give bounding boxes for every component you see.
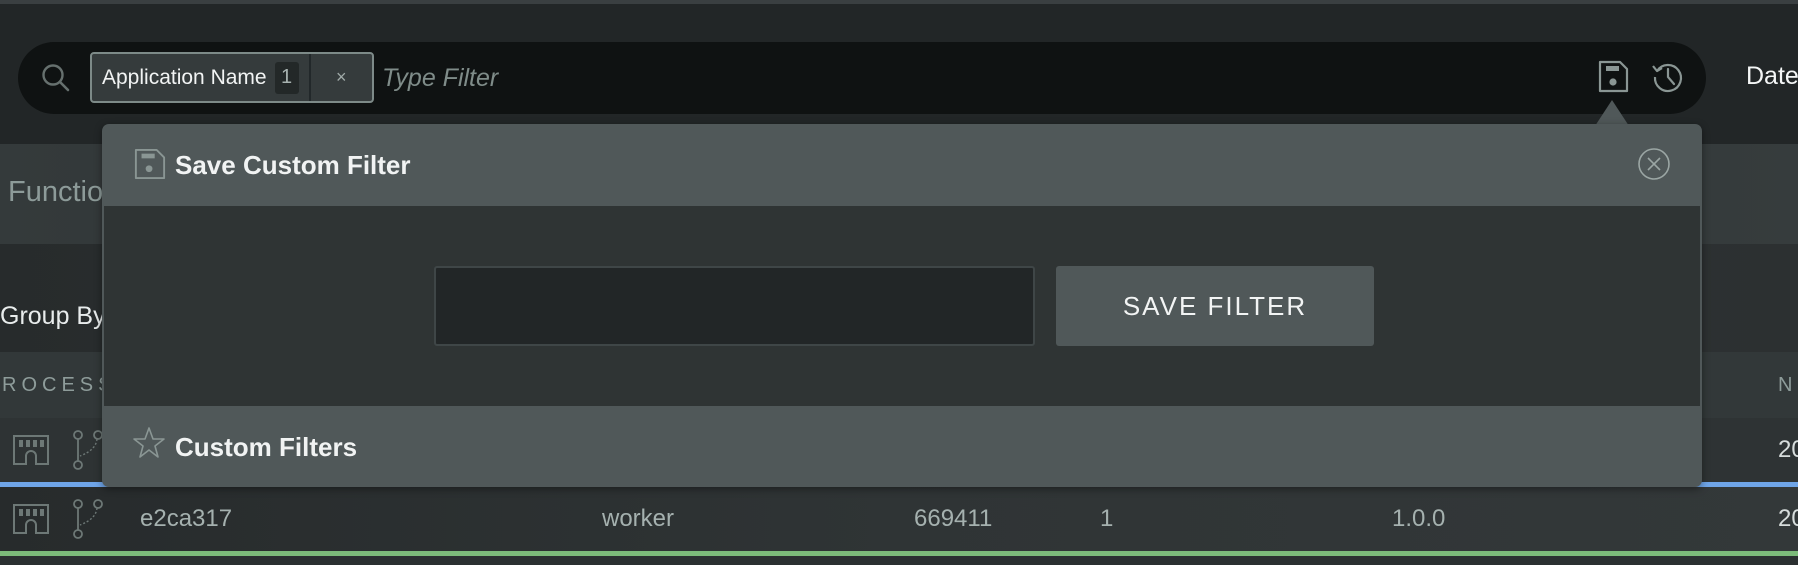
- header-bar: Application Name 1 × Date: [0, 4, 1798, 144]
- branch-icon: [73, 499, 103, 539]
- cell-pid: 669411: [914, 505, 993, 532]
- history-icon[interactable]: [1650, 59, 1686, 95]
- table-row[interactable]: e2ca317 worker 669411 1 1.0.0 20: [0, 487, 1798, 553]
- branch-icon: [73, 430, 103, 470]
- save-filter-icon: [134, 148, 166, 180]
- popover-title: Save Custom Filter: [175, 150, 411, 180]
- application-icon: [13, 435, 49, 465]
- save-filter-button[interactable]: SAVE FILTER: [1056, 266, 1374, 346]
- type-filter-input[interactable]: [382, 58, 1282, 98]
- app-page: Application Name 1 × Date Functio Group …: [0, 0, 1798, 565]
- cell-date: 20: [1778, 505, 1798, 532]
- column-header-n[interactable]: N: [1778, 374, 1797, 397]
- group-by-label[interactable]: Group By: [0, 302, 106, 331]
- application-icon: [13, 504, 49, 534]
- table-row-partial: [0, 556, 1798, 565]
- save-custom-filter-popover: Save Custom Filter SAVE FILTER Custom Fi…: [102, 124, 1702, 487]
- filter-name-input[interactable]: [434, 266, 1035, 346]
- popover-header: Save Custom Filter: [102, 124, 1702, 206]
- tab-functions[interactable]: Functio: [8, 176, 103, 209]
- popover-body: SAVE FILTER: [104, 206, 1700, 406]
- cell-id[interactable]: e2ca317: [140, 505, 232, 533]
- popover-arrow: [1595, 100, 1629, 126]
- star-icon: [133, 427, 165, 458]
- filter-chip-label: Application Name: [102, 65, 267, 89]
- filter-search-bar: Application Name 1 ×: [18, 42, 1706, 114]
- cell-version: 1.0.0: [1392, 505, 1446, 532]
- column-header-process[interactable]: ROCESS: [2, 374, 116, 397]
- filter-chip-application-name[interactable]: Application Name 1 ×: [90, 52, 374, 103]
- date-column-label[interactable]: Date: [1746, 62, 1798, 91]
- cell-name: worker: [602, 505, 675, 532]
- custom-filters-title[interactable]: Custom Filters: [175, 432, 357, 463]
- close-icon[interactable]: [1637, 147, 1671, 181]
- search-icon: [42, 64, 70, 92]
- save-filter-icon[interactable]: [1596, 60, 1630, 94]
- cell-date: 20: [1778, 436, 1798, 463]
- filter-chip-count: 1: [274, 61, 299, 94]
- filter-chip-remove-icon[interactable]: ×: [311, 67, 372, 88]
- cell-count: 1: [1100, 505, 1114, 532]
